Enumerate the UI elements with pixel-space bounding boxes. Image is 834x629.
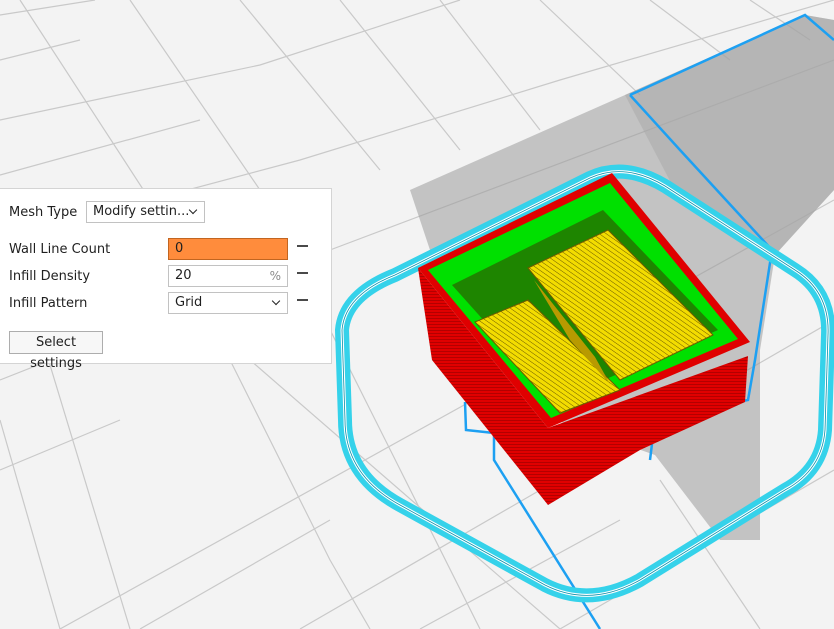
infill-pattern-dropdown[interactable]: Grid bbox=[168, 292, 288, 314]
mesh-type-label: Mesh Type bbox=[9, 205, 78, 220]
setting-label-infill-density: Infill Density bbox=[9, 269, 91, 284]
minus-icon[interactable] bbox=[297, 245, 308, 247]
wall-line-count-input[interactable]: 0 bbox=[168, 238, 288, 260]
chevron-down-icon bbox=[188, 205, 198, 215]
mesh-type-dropdown[interactable]: Modify settin... bbox=[86, 201, 205, 223]
per-model-settings-panel: Mesh Type Modify settin... Wall Line Cou… bbox=[0, 188, 332, 371]
percent-unit: % bbox=[269, 269, 281, 283]
mesh-type-value: Modify settin... bbox=[93, 204, 190, 219]
setting-label-infill-pattern: Infill Pattern bbox=[9, 296, 88, 311]
wall-line-count-value: 0 bbox=[175, 241, 184, 256]
chevron-down-icon bbox=[271, 296, 281, 306]
minus-icon[interactable] bbox=[297, 299, 308, 301]
minus-icon[interactable] bbox=[297, 272, 308, 274]
infill-density-input[interactable]: 20 % bbox=[168, 265, 288, 287]
select-settings-button[interactable]: Select settings bbox=[9, 331, 103, 371]
infill-density-value: 20 bbox=[175, 268, 192, 283]
infill-pattern-value: Grid bbox=[175, 295, 203, 310]
setting-label-wall-line-count: Wall Line Count bbox=[9, 242, 111, 257]
